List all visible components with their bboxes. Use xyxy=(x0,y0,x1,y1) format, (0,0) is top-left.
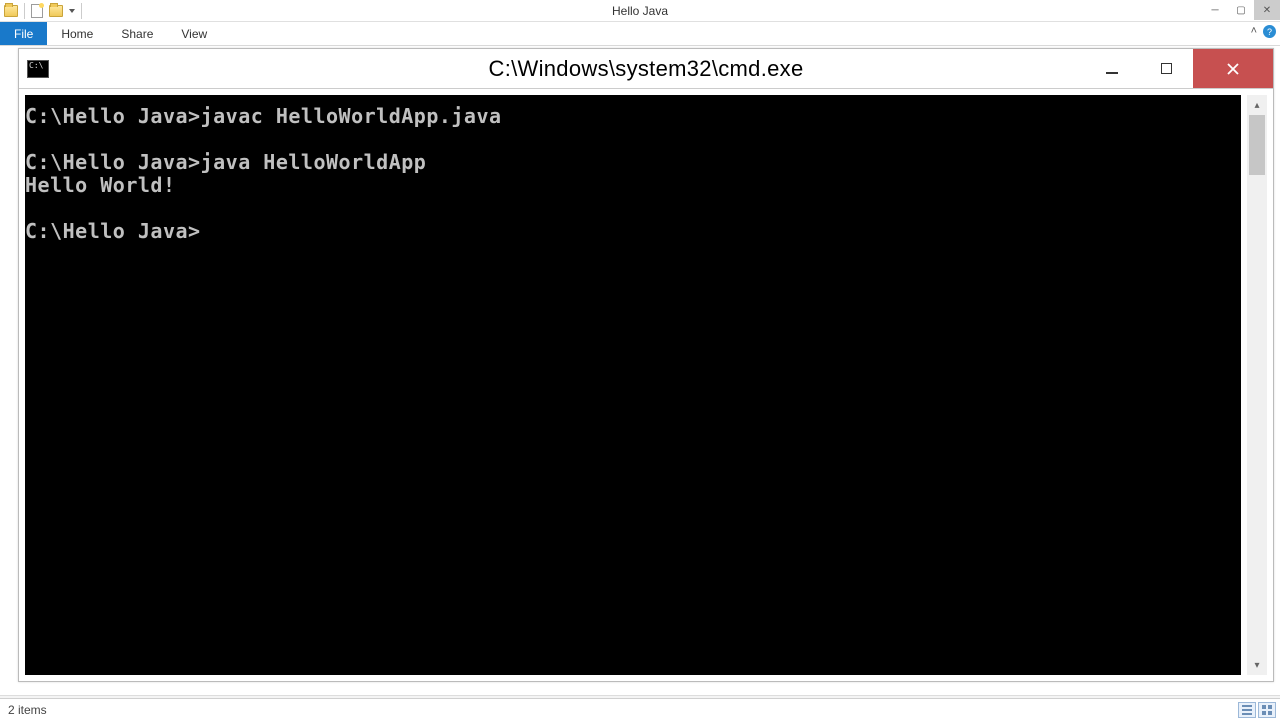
cmd-line: C:\Hello Java>java HelloWorldApp xyxy=(25,150,426,174)
view-icons-button[interactable] xyxy=(1258,702,1276,718)
cmd-line: Hello World! xyxy=(25,173,176,197)
cmd-app-icon[interactable] xyxy=(27,60,49,78)
qat-separator-2 xyxy=(81,3,82,19)
help-icon[interactable]: ? xyxy=(1263,25,1276,38)
explorer-minimize-button[interactable]: ─ xyxy=(1202,0,1228,20)
cmd-line: C:\Hello Java>javac HelloWorldApp.java xyxy=(25,104,502,128)
cmd-titlebar[interactable]: C:\Windows\system32\cmd.exe xyxy=(19,49,1273,89)
view-details-button[interactable] xyxy=(1238,702,1256,718)
scroll-down-icon[interactable]: ▾ xyxy=(1247,655,1267,675)
ribbon-tab-share[interactable]: Share xyxy=(107,22,167,45)
ribbon-collapse-icon[interactable]: ˄ xyxy=(1251,25,1257,38)
folder-icon-2[interactable] xyxy=(49,5,63,17)
cmd-close-button[interactable] xyxy=(1193,49,1273,88)
explorer-maximize-button[interactable]: ▢ xyxy=(1228,0,1254,20)
cmd-maximize-button[interactable] xyxy=(1139,49,1193,88)
scroll-thumb[interactable] xyxy=(1249,115,1265,175)
cmd-terminal-output[interactable]: C:\Hello Java>javac HelloWorldApp.java C… xyxy=(25,95,1241,675)
cmd-scrollbar[interactable]: ▴ ▾ xyxy=(1247,95,1267,675)
status-item-count: 2 items xyxy=(8,703,47,717)
folder-icon[interactable] xyxy=(4,5,18,17)
explorer-close-button[interactable]: ✕ xyxy=(1254,0,1280,20)
explorer-window-title: Hello Java xyxy=(612,4,668,18)
scroll-up-icon[interactable]: ▴ xyxy=(1247,95,1267,115)
ribbon-tabs: File Home Share View ˄ ? xyxy=(0,22,1280,46)
ribbon-tab-home[interactable]: Home xyxy=(47,22,107,45)
new-file-icon[interactable] xyxy=(31,4,43,18)
cmd-minimize-button[interactable] xyxy=(1085,49,1139,88)
ribbon-tab-file[interactable]: File xyxy=(0,22,47,45)
explorer-titlebar: Hello Java ─ ▢ ✕ xyxy=(0,0,1280,22)
ribbon-tab-view[interactable]: View xyxy=(167,22,221,45)
qat-separator xyxy=(24,3,25,19)
cmd-window-title: C:\Windows\system32\cmd.exe xyxy=(489,56,804,82)
explorer-statusbar: 2 items xyxy=(0,698,1280,720)
cmd-line: C:\Hello Java> xyxy=(25,219,201,243)
qat-dropdown-icon[interactable] xyxy=(69,9,75,13)
cmd-window: C:\Windows\system32\cmd.exe C:\Hello Jav… xyxy=(18,48,1274,682)
